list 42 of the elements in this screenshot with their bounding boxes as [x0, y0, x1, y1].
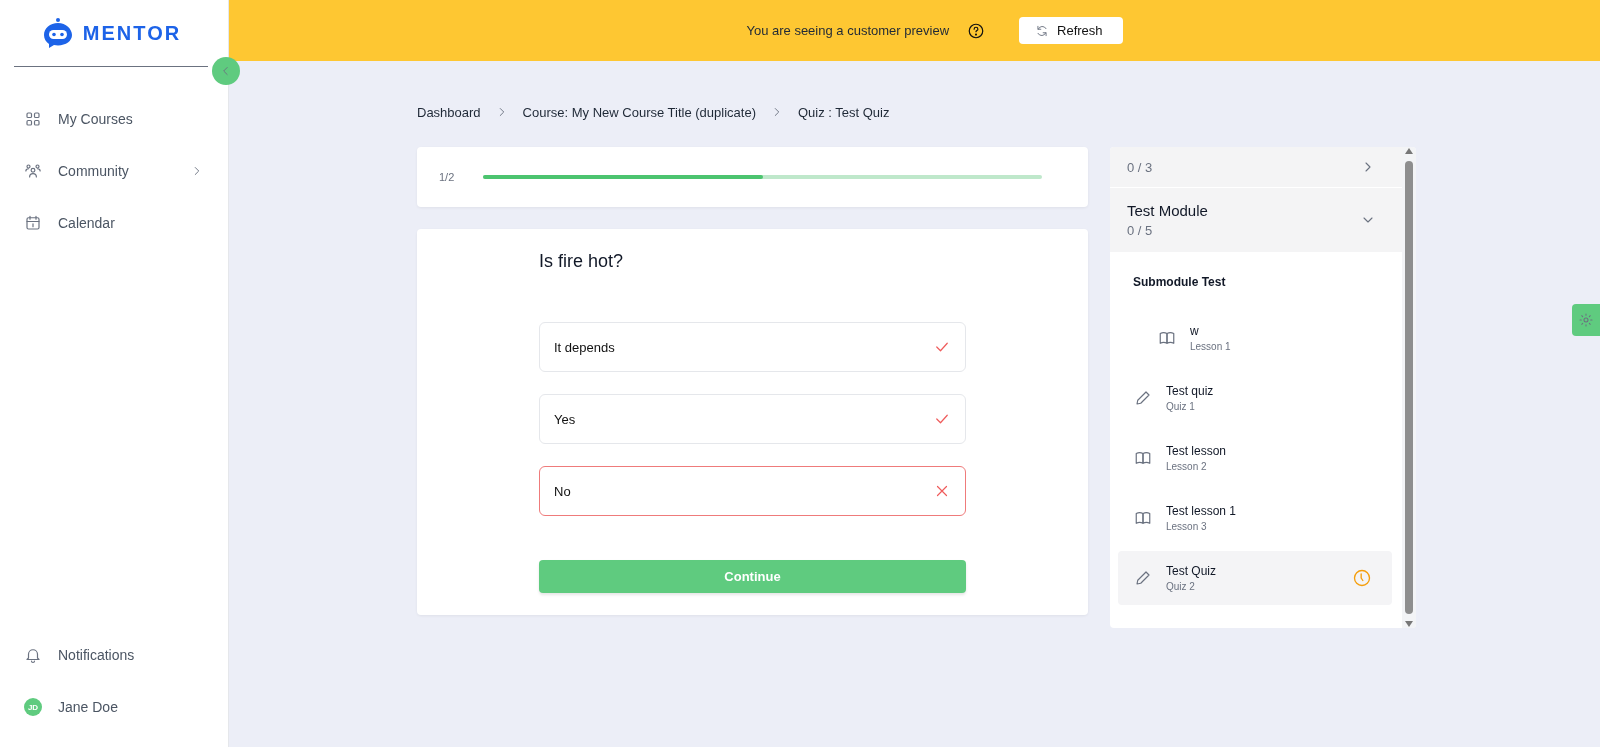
bell-icon [24, 646, 42, 664]
question-text: Is fire hot? [539, 251, 625, 272]
profile-item[interactable]: JD Jane Doe [0, 681, 228, 733]
help-icon [967, 21, 986, 40]
sidebar-item[interactable]: My Courses [0, 93, 228, 145]
sidebar-item[interactable]: Calendar [0, 197, 228, 249]
answer-option[interactable]: It depends [539, 322, 966, 372]
book-icon [1158, 329, 1176, 347]
logo-text: MENTOR [82, 21, 182, 45]
answer-option[interactable]: Yes [539, 394, 966, 444]
breadcrumb-link[interactable]: Course: My New Course Title (duplicate) [522, 104, 756, 120]
outline-item[interactable]: Test Quiz Quiz 2 [1118, 551, 1392, 605]
refresh-icon [1035, 23, 1050, 38]
module-header[interactable]: Test Module 0 / 5 [1110, 188, 1402, 253]
scroll-down-icon[interactable] [1404, 620, 1414, 628]
clock-icon [1352, 568, 1372, 588]
progress-label: 1/2 [439, 171, 455, 183]
module-header[interactable]: 0 / 3 [1110, 147, 1402, 188]
book-icon [1134, 449, 1152, 467]
settings-icon [1578, 312, 1594, 328]
calendar-icon [24, 214, 42, 232]
sidebar-item[interactable]: Notifications [0, 629, 228, 681]
breadcrumb-link[interactable]: Quiz : Test Quiz [797, 104, 890, 120]
pencil-icon [1134, 389, 1152, 407]
pencil-icon [1134, 569, 1152, 587]
outline-item[interactable]: Test quiz Quiz 1 [1118, 371, 1392, 425]
banner-text: You are seeing a customer preview [746, 23, 950, 38]
scrollbar[interactable] [1402, 147, 1416, 628]
breadcrumb-link[interactable]: Dashboard [417, 104, 481, 120]
outline-item[interactable]: Test lesson Lesson 2 [1118, 431, 1392, 485]
people-icon [24, 162, 42, 180]
outline-item[interactable]: Test lesson 1 Lesson 3 [1118, 491, 1392, 545]
outline-item[interactable]: w Lesson 1 [1118, 311, 1392, 365]
grid-icon [24, 110, 42, 128]
refresh-button[interactable]: Refresh [1019, 17, 1123, 44]
collapse-button[interactable] [212, 57, 240, 85]
submodule-title: Submodule Test [1132, 274, 1227, 291]
settings-button[interactable] [1572, 304, 1600, 336]
avatar-icon: JD [24, 698, 42, 716]
sidebar-item[interactable]: Community [0, 145, 228, 197]
book-icon [1134, 509, 1152, 527]
scroll-up-icon[interactable] [1404, 147, 1414, 155]
